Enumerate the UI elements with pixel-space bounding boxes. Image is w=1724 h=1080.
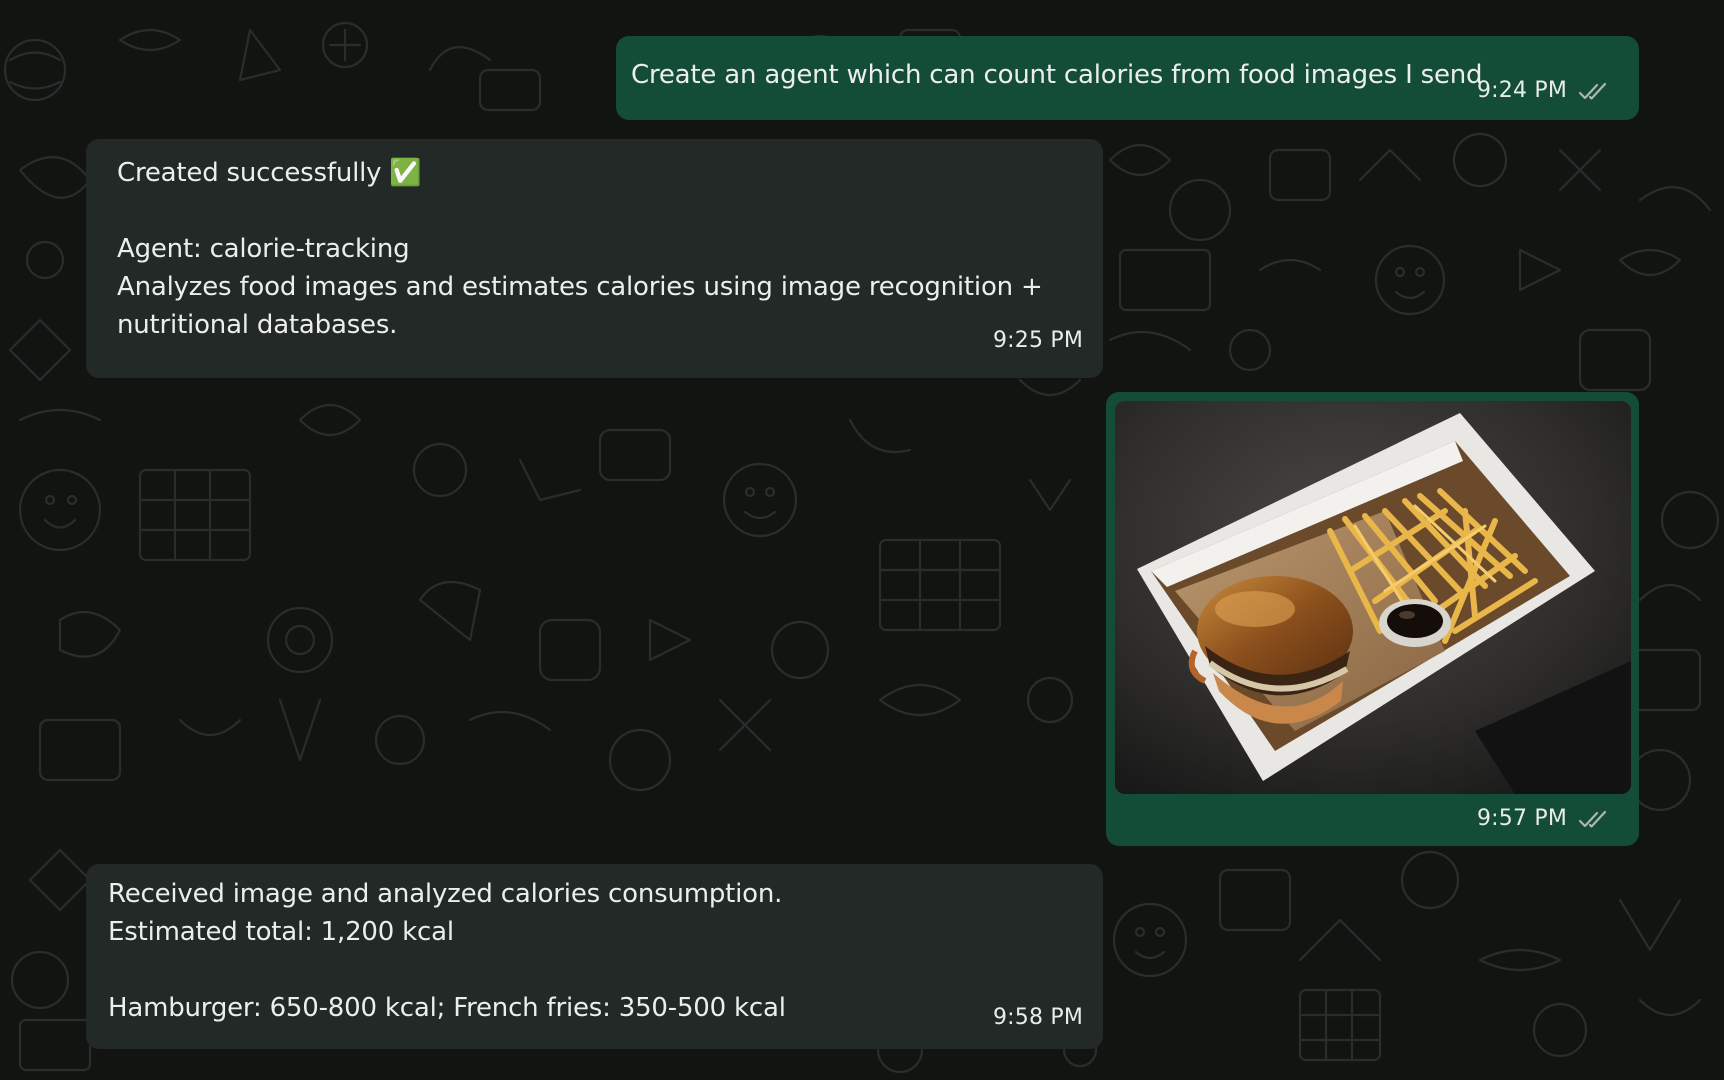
message-text: Received image and analyzed calories con… [108,879,786,1023]
double-check-read-icon [1578,82,1607,100]
message-time: 9:24 PM [1476,78,1567,103]
message-text: Create an agent which can count calories… [631,60,1483,90]
message-bubble-incoming[interactable]: Created successfully ✅ Agent: calorie-tr… [86,139,1103,378]
message-meta: 9:58 PM [993,1005,1083,1030]
message-time: 9:57 PM [1476,806,1567,831]
double-check-read-icon [1578,810,1607,828]
message-meta: 9:57 PM [1477,806,1611,831]
message-time: 9:58 PM [992,1005,1083,1030]
message-bubble-outgoing[interactable]: Create an agent which can count calories… [616,36,1639,120]
message-bubble-outgoing-image[interactable]: 9:57 PM [1106,392,1639,846]
message-time: 9:25 PM [992,328,1083,353]
food-photo-attachment[interactable] [1115,401,1631,794]
message-meta: 9:25 PM [993,328,1083,353]
message-bubble-incoming[interactable]: Received image and analyzed calories con… [86,864,1103,1049]
chat-window: Create an agent which can count calories… [0,0,1724,1080]
message-text: Created successfully ✅ Agent: calorie-tr… [117,158,1043,340]
message-meta: 9:24 PM [1477,78,1611,103]
